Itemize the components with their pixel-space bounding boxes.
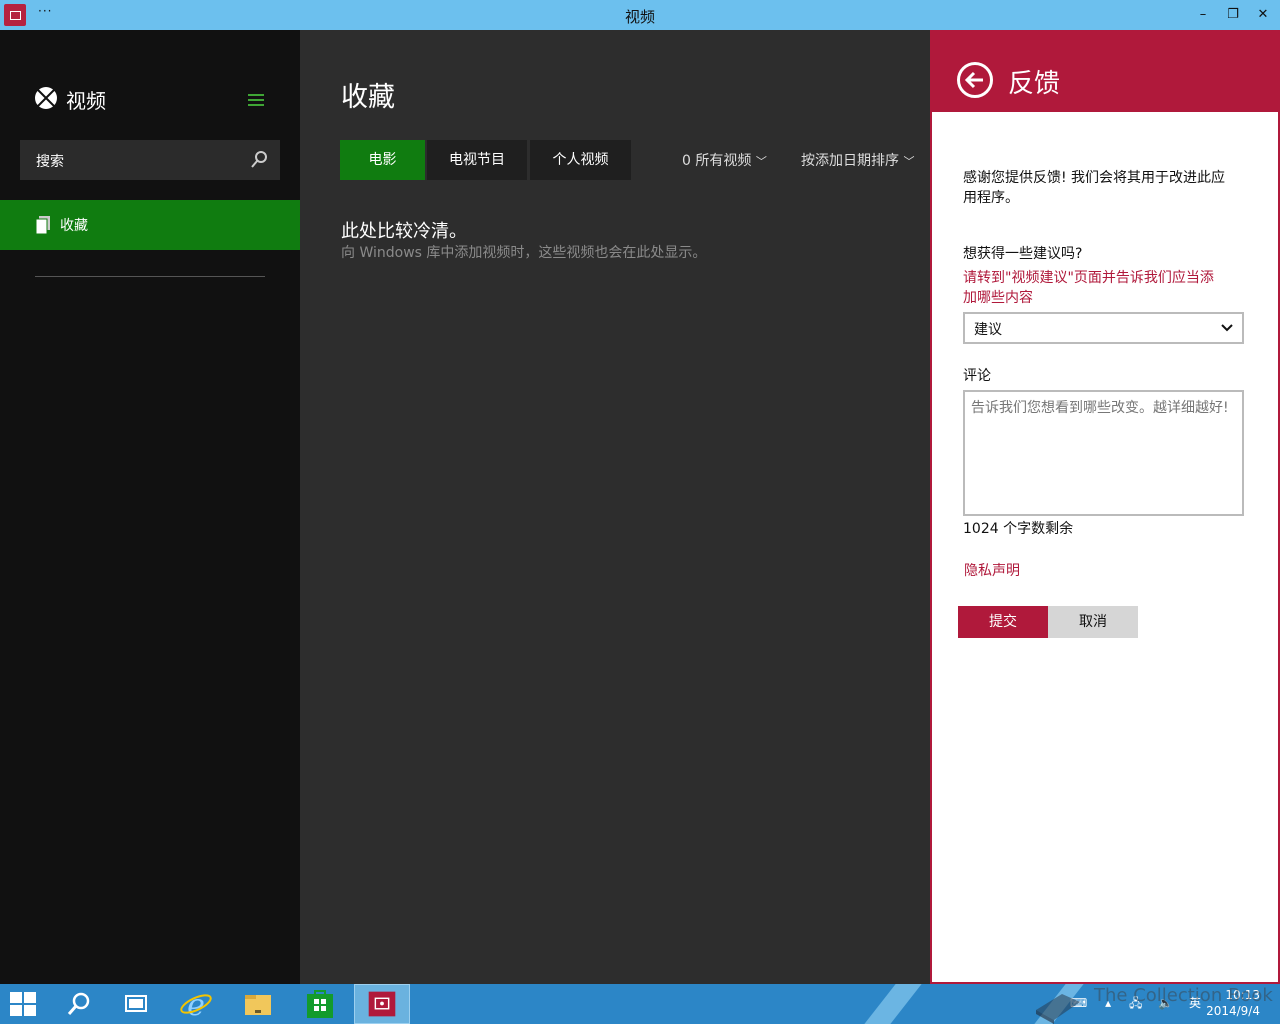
sort-dropdown[interactable]: 按添加日期排序 ﹀ <box>801 150 914 170</box>
search-input[interactable]: 搜索 <box>20 140 280 180</box>
back-arrow-icon[interactable] <box>957 62 993 98</box>
watermark-text: The Collection Book <box>1094 985 1273 1006</box>
page-title: 收藏 <box>341 82 395 113</box>
hamburger-menu-icon[interactable] <box>248 94 264 106</box>
empty-state-subtitle: 向 Windows 库中添加视频时，这些视频也会在此处显示。 <box>341 245 707 261</box>
search-icon[interactable] <box>251 151 267 169</box>
file-explorer-icon[interactable] <box>230 984 286 1024</box>
taskbar-decoration <box>856 984 930 1024</box>
internet-explorer-icon[interactable]: e <box>168 984 224 1024</box>
tab-personal-videos[interactable]: 个人视频 <box>530 140 631 180</box>
sidebar-item-favorites[interactable]: 收藏 <box>0 200 300 250</box>
submit-button[interactable]: 提交 <box>958 606 1048 638</box>
collection-icon <box>36 216 50 234</box>
app-name: 视频 <box>66 89 106 113</box>
xbox-icon <box>35 87 57 109</box>
tab-movies[interactable]: 电影 <box>340 140 425 180</box>
suggestion-link-line1[interactable]: 请转到"视频建议"页面并告诉我们应当添 <box>963 268 1214 288</box>
thanks-text-line2: 用程序。 <box>963 190 1019 206</box>
category-select[interactable]: 建议 <box>963 312 1244 344</box>
filter-label: 0 所有视频 <box>682 153 752 169</box>
category-value: 建议 <box>974 322 1002 338</box>
feedback-panel: 反馈 感谢您提供反馈! 我们会将其用于改进此应 用程序。 想获得一些建议吗? 请… <box>930 30 1280 984</box>
filter-dropdown[interactable]: 0 所有视频 ﹀ <box>682 150 767 170</box>
divider <box>35 276 265 277</box>
suggestion-question: 想获得一些建议吗? <box>963 246 1083 262</box>
privacy-link[interactable]: 隐私声明 <box>964 561 1020 581</box>
chevron-down-icon: ﹀ <box>755 155 767 168</box>
book-icon <box>1036 994 1080 1024</box>
comment-label: 评论 <box>963 368 991 384</box>
task-view-icon[interactable] <box>108 984 164 1024</box>
empty-state-title: 此处比较冷清。 <box>341 221 467 242</box>
sidebar: 视频 搜索 收藏 <box>0 30 300 984</box>
search-placeholder: 搜索 <box>36 154 64 170</box>
store-icon[interactable] <box>292 984 348 1024</box>
search-icon[interactable] <box>50 984 106 1024</box>
feedback-title: 反馈 <box>1008 69 1061 99</box>
suggestion-link-line2[interactable]: 加哪些内容 <box>963 288 1033 308</box>
main-content: 收藏 电影 电视节目 个人视频 0 所有视频 ﹀ 按添加日期排序 ﹀ 此处比较冷… <box>300 30 930 984</box>
restore-button[interactable]: ❐ <box>1218 4 1248 26</box>
char-count: 1024 个字数剩余 <box>963 521 1074 537</box>
thanks-text-line1: 感谢您提供反馈! 我们会将其用于改进此应 <box>963 170 1226 186</box>
cancel-button[interactable]: 取消 <box>1048 606 1138 638</box>
svg-text:e: e <box>187 988 205 1023</box>
close-button[interactable]: ✕ <box>1248 4 1278 26</box>
chevron-down-icon: ﹀ <box>903 155 915 168</box>
sidebar-item-label: 收藏 <box>60 218 88 234</box>
tab-tv-shows[interactable]: 电视节目 <box>427 140 527 180</box>
watermark: The Collection Book <box>1030 980 1280 1024</box>
window-title: 视频 <box>624 8 655 26</box>
minimize-button[interactable]: – <box>1188 4 1218 26</box>
windows-start-icon[interactable] <box>8 990 38 1018</box>
feedback-header: 反馈 <box>932 30 1278 112</box>
sort-label: 按添加日期排序 <box>801 153 899 169</box>
title-bar: ··· 视频 – ❐ ✕ <box>0 0 1280 30</box>
comment-placeholder: 告诉我们您想看到哪些改变。越详细越好! <box>971 400 1229 416</box>
comment-textarea[interactable]: 告诉我们您想看到哪些改变。越详细越好! <box>963 390 1244 516</box>
video-app-icon[interactable] <box>354 984 410 1024</box>
chevron-down-icon <box>1221 324 1233 332</box>
